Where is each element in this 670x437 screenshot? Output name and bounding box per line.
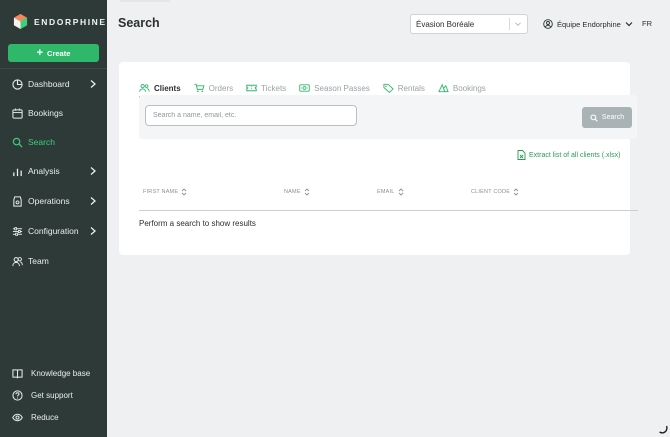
- top-edge-shadow: [120, 0, 170, 2]
- empty-results-message: Perform a search to show results: [139, 219, 256, 228]
- search-button[interactable]: Search: [582, 107, 632, 128]
- sidebar: ENDORPHINE + Create Dashboard Bookings S…: [0, 0, 107, 437]
- column-header-first-name[interactable]: FIRST NAME: [143, 188, 187, 196]
- tab-label: Clients: [154, 83, 181, 93]
- plus-icon: +: [36, 47, 44, 59]
- team-menu-label: Équipe Endorphine: [557, 19, 621, 29]
- tab-clients[interactable]: Clients: [139, 81, 181, 98]
- tab-rentals[interactable]: Rentals: [383, 81, 425, 95]
- search-icon: [12, 137, 23, 148]
- column-header-name[interactable]: NAME: [284, 188, 310, 196]
- booking-icon: [438, 83, 449, 93]
- endorphine-logo-icon: [13, 14, 28, 29]
- column-header-client-code[interactable]: CLIENT CODE: [471, 188, 519, 196]
- bar-chart-icon: [12, 166, 23, 177]
- ticket-icon: [246, 83, 257, 93]
- pass-icon: [299, 83, 310, 93]
- search-button-label: Search: [601, 114, 625, 121]
- sidebar-item-label: Dashboard: [28, 79, 70, 89]
- book-icon: [12, 368, 23, 379]
- sidebar-item-label: Bookings: [28, 108, 63, 118]
- sort-icon: [513, 188, 519, 196]
- sidebar-item-bookings[interactable]: Bookings: [0, 103, 107, 123]
- organization-select-value: Évasion Boréale: [416, 19, 475, 29]
- sidebar-item-team[interactable]: Team: [0, 251, 107, 271]
- language-switcher[interactable]: FR: [642, 19, 652, 28]
- sort-icon: [304, 188, 310, 196]
- tab-bookings[interactable]: Bookings: [438, 81, 486, 95]
- brand-name: ENDORPHINE: [34, 16, 107, 27]
- brand-logo[interactable]: ENDORPHINE: [13, 14, 107, 29]
- cart-icon: [194, 83, 205, 93]
- help-icon: [12, 389, 23, 401]
- tag-icon: [383, 83, 394, 93]
- extract-link-label: Extract list of all clients (.xlsx): [529, 151, 621, 159]
- tab-label: Rentals: [397, 83, 425, 93]
- sort-icon: [398, 188, 403, 196]
- user-circle-icon: [543, 19, 553, 29]
- sidebar-item-dashboard[interactable]: Dashboard: [0, 74, 107, 94]
- get-support-link[interactable]: Get support: [0, 386, 107, 404]
- sidebar-item-search[interactable]: Search: [0, 132, 107, 152]
- team-menu[interactable]: Équipe Endorphine: [543, 18, 633, 30]
- column-header-label: NAME: [284, 189, 301, 195]
- chevron-down-icon: [515, 22, 521, 27]
- table-header-divider: [139, 210, 638, 211]
- column-header-email[interactable]: EMAIL: [377, 188, 404, 196]
- search-icon: [590, 113, 598, 122]
- select-separator: [509, 18, 510, 30]
- bottom-item-label: Knowledge base: [31, 368, 91, 378]
- tab-label: Season Passes: [314, 83, 370, 93]
- tab-season-passes[interactable]: Season Passes: [299, 81, 370, 95]
- create-button-label: Create: [47, 48, 71, 58]
- chevron-right-icon: [90, 227, 96, 235]
- sidebar-item-analysis[interactable]: Analysis: [0, 161, 107, 181]
- tab-label: Tickets: [261, 83, 287, 93]
- sidebar-item-operations[interactable]: Operations: [0, 191, 107, 211]
- knowledge-base-link[interactable]: Knowledge base: [0, 364, 107, 382]
- page-title: Search: [118, 16, 160, 30]
- reduce-sidebar-button[interactable]: Reduce: [0, 408, 107, 426]
- search-form: Search: [139, 95, 637, 139]
- tab-tickets[interactable]: Tickets: [246, 81, 286, 95]
- column-header-label: FIRST NAME: [143, 189, 179, 195]
- chevron-right-icon: [90, 80, 96, 88]
- sidebar-item-configuration[interactable]: Configuration: [0, 221, 107, 241]
- spreadsheet-file-icon: [517, 150, 526, 160]
- column-header-label: EMAIL: [377, 189, 395, 195]
- sidebar-item-label: Operations: [28, 196, 70, 206]
- chevron-down-icon: [625, 22, 633, 27]
- search-input[interactable]: [145, 105, 357, 126]
- sidebar-item-label: Configuration: [28, 226, 79, 236]
- search-tabs: Clients Orders Tickets Season Passes Ren…: [139, 81, 499, 98]
- sidebar-item-label: Analysis: [28, 166, 60, 176]
- organization-select[interactable]: Évasion Boréale: [410, 14, 528, 34]
- sort-icon: [181, 188, 187, 196]
- tab-label: Orders: [208, 83, 234, 93]
- tab-orders[interactable]: Orders: [194, 81, 233, 95]
- bottom-item-label: Get support: [31, 390, 73, 400]
- team-icon: [12, 256, 23, 267]
- eye-icon: [12, 412, 23, 423]
- chevron-right-icon: [90, 167, 96, 175]
- tab-label: Bookings: [452, 83, 486, 93]
- bottom-item-label: Reduce: [31, 412, 59, 422]
- extract-clients-link[interactable]: Extract list of all clients (.xlsx): [517, 150, 620, 160]
- dashboard-icon: [12, 78, 23, 90]
- loading-spinner-icon: [659, 425, 668, 434]
- operations-icon: [12, 195, 23, 207]
- sidebar-divider: [0, 68, 107, 69]
- clients-icon: [139, 83, 150, 93]
- calendar-icon: [12, 107, 23, 119]
- chevron-right-icon: [90, 197, 96, 205]
- search-card: Clients Orders Tickets Season Passes Ren…: [119, 62, 638, 255]
- sliders-icon: [12, 226, 23, 237]
- create-button[interactable]: + Create: [8, 44, 99, 62]
- sidebar-item-label: Search: [28, 137, 55, 147]
- sidebar-item-label: Team: [28, 256, 49, 266]
- column-header-label: CLIENT CODE: [471, 189, 511, 195]
